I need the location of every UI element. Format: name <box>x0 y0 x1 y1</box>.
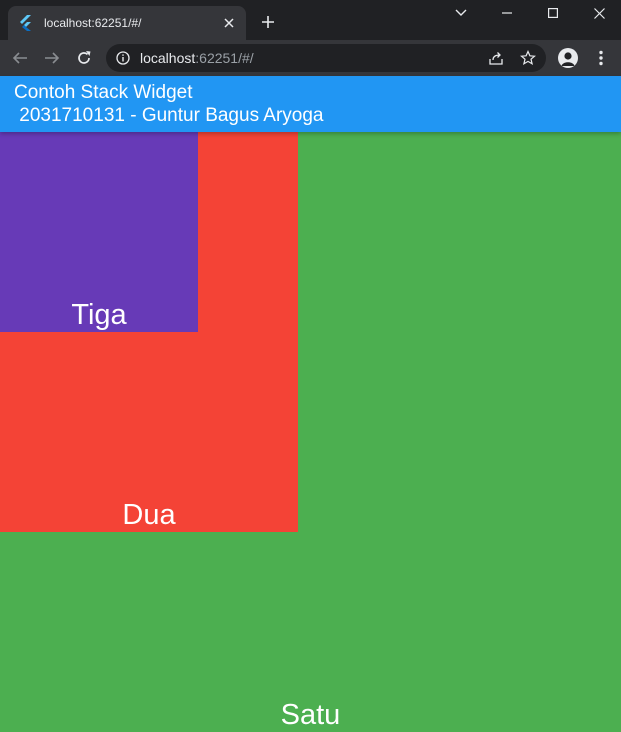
new-tab-button[interactable] <box>256 10 280 34</box>
box-dua-label: Dua <box>122 499 176 531</box>
flutter-logo-icon <box>18 15 34 31</box>
site-info-icon[interactable] <box>115 50 131 66</box>
box-satu-label: Satu <box>280 699 341 731</box>
share-icon[interactable] <box>487 49 505 67</box>
more-menu-icon[interactable] <box>590 47 612 69</box>
back-arrow-icon[interactable] <box>7 45 33 71</box>
bookmark-star-icon[interactable] <box>519 49 537 67</box>
app-subtitle: 2031710131 - Guntur Bagus Aryoga <box>14 105 324 126</box>
reload-icon[interactable] <box>71 45 97 71</box>
browser-tab[interactable]: localhost:62251/#/ <box>8 6 246 40</box>
maximize-button[interactable] <box>530 0 576 26</box>
url-text[interactable]: localhost:62251/#/ <box>140 50 254 66</box>
profile-avatar-icon[interactable] <box>558 48 578 68</box>
app-title: Contoh Stack Widget <box>14 82 193 103</box>
app-bar: Contoh Stack Widget 2031710131 - Guntur … <box>0 76 621 132</box>
close-window-button[interactable] <box>576 0 621 26</box>
box-tiga: Tiga <box>0 132 198 332</box>
tab-search-icon[interactable] <box>438 0 484 26</box>
close-tab-icon[interactable] <box>220 14 238 32</box>
box-tiga-label: Tiga <box>71 299 127 331</box>
browser-toolbar: localhost:62251/#/ <box>0 40 621 76</box>
stack-widget: Satu Dua Tiga <box>0 132 621 732</box>
tab-strip: localhost:62251/#/ <box>0 0 621 40</box>
tab-title: localhost:62251/#/ <box>44 16 142 30</box>
minimize-button[interactable] <box>484 0 530 26</box>
url-path: :62251/#/ <box>195 50 254 66</box>
url-host: localhost <box>140 50 196 66</box>
address-bar[interactable]: localhost:62251/#/ <box>106 44 546 72</box>
forward-arrow-icon[interactable] <box>39 45 65 71</box>
